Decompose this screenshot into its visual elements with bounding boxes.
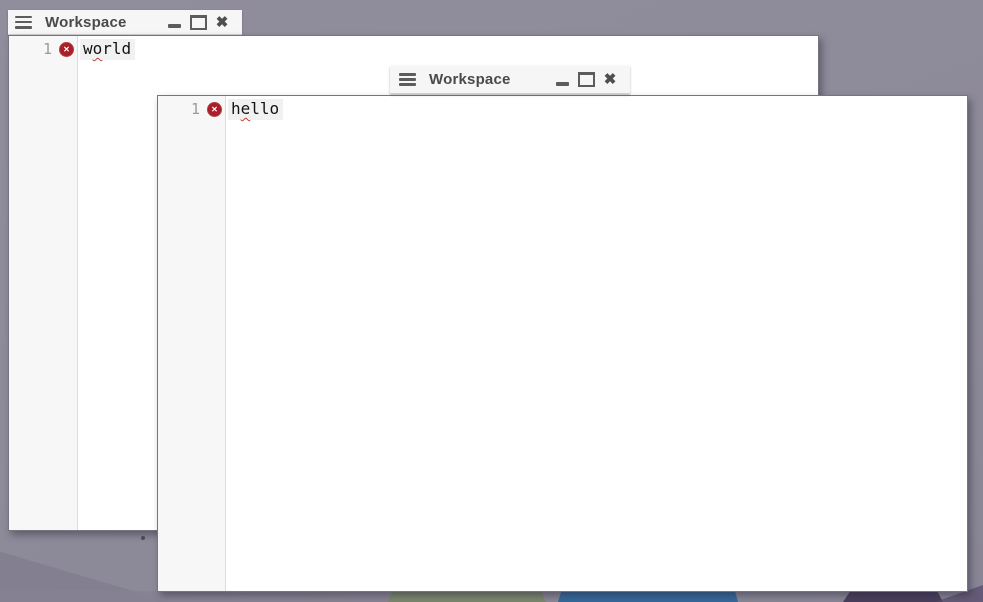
menu-icon[interactable] [15,16,32,29]
window-title: Workspace [429,71,511,88]
wallpaper-speck [141,536,145,540]
minimize-button[interactable] [162,12,186,32]
front-window-body: 1 ✕ hello [157,95,968,592]
minimize-icon [556,82,569,86]
back-window-titlebar[interactable]: Workspace ✖ [8,10,242,35]
code-text: w [83,39,93,58]
error-icon[interactable]: ✕ [59,42,74,57]
desktop-wallpaper: Workspace ✖ 1 ✕ world Workspace ✖ 1 [0,0,983,602]
maximize-icon [578,72,595,87]
editor-area[interactable]: hello [226,96,967,591]
front-window-titlebar[interactable]: Workspace ✖ [390,66,630,94]
maximize-button[interactable] [574,70,598,90]
spellcheck-squiggle: e [241,99,251,118]
menu-icon[interactable] [399,73,416,86]
maximize-button[interactable] [186,12,210,32]
window-title: Workspace [45,14,127,31]
minimize-icon [168,24,181,28]
code-line[interactable]: world [80,39,135,60]
code-text: rld [102,39,131,58]
close-button[interactable]: ✖ [210,12,234,32]
maximize-icon [190,15,207,30]
error-icon[interactable]: ✕ [207,102,222,117]
editor-gutter: 1 ✕ [158,96,226,591]
code-text: llo [250,99,279,118]
line-number: 1 [43,40,52,59]
close-icon: ✖ [216,15,229,30]
close-icon: ✖ [604,72,617,87]
spellcheck-squiggle: o [93,39,103,58]
minimize-button[interactable] [550,70,574,90]
close-button[interactable]: ✖ [598,70,622,90]
code-line[interactable]: hello [228,99,283,120]
editor-gutter: 1 ✕ [9,36,78,530]
line-number: 1 [191,100,200,119]
code-text: h [231,99,241,118]
